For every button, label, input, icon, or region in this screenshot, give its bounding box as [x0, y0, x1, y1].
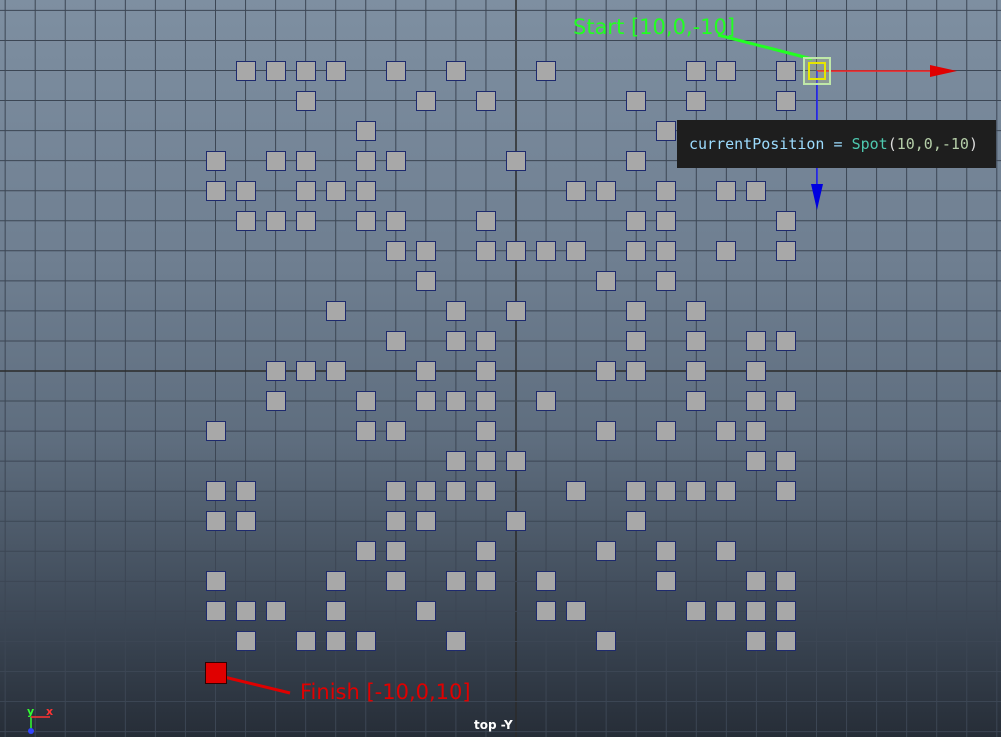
- start-label: Start [10,0,-10]: [573, 15, 736, 39]
- axis-gizmo: [28, 716, 50, 734]
- maya-viewport[interactable]: Start [10,0,-10] Finish [-10,0,10] curre…: [0, 0, 1001, 737]
- tooltip-variable: currentPosition: [689, 135, 825, 153]
- x-axis-arrowhead[interactable]: [930, 65, 957, 77]
- tooltip-open-paren: (: [887, 135, 897, 153]
- view-label: top -Y: [474, 718, 513, 732]
- finish-leader-line: [219, 674, 291, 695]
- overlay-layer: [219, 33, 957, 695]
- tooltip-operator: =: [833, 135, 843, 153]
- finish-label: Finish [-10,0,10]: [300, 680, 471, 704]
- start-tile[interactable]: [803, 57, 831, 85]
- tooltip-args: 10,0,-10: [896, 135, 969, 153]
- z-axis-arrowhead[interactable]: [811, 184, 823, 210]
- tooltip-close-paren: ): [968, 135, 978, 153]
- tooltip-class: Spot: [851, 135, 888, 153]
- finish-tile[interactable]: [205, 662, 227, 684]
- start-tile-selection: [808, 62, 826, 80]
- debug-tooltip: currentPosition = Spot(10,0,-10): [677, 120, 996, 168]
